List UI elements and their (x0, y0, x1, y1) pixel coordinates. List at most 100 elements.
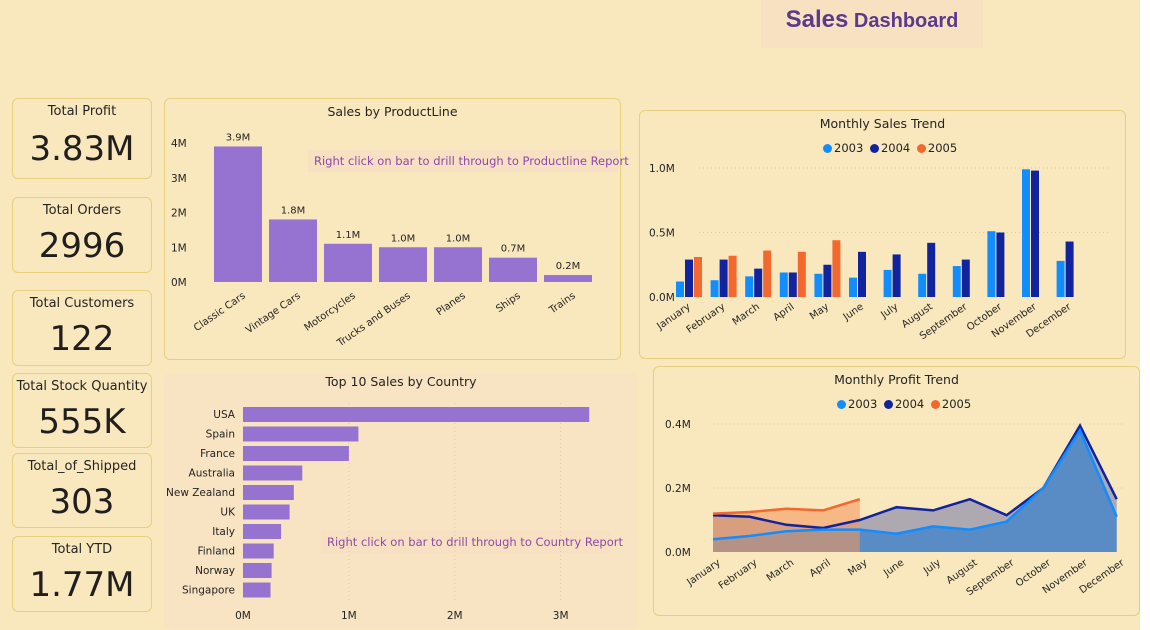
y-tick-label: 1.0M (649, 163, 675, 175)
sales-bar-2004[interactable] (1065, 241, 1074, 297)
country-bar[interactable] (243, 524, 282, 539)
sales-bar-2003[interactable] (676, 281, 684, 297)
y-tick-label: 2M (171, 208, 187, 220)
productline-bar[interactable] (324, 243, 372, 282)
x-tick-label: April (808, 557, 833, 579)
sales-bar-2003[interactable] (1056, 260, 1065, 297)
sales-bar-2003[interactable] (745, 276, 754, 297)
sales-bar-2004[interactable] (788, 272, 797, 297)
productline-chart[interactable]: 0M 1M 2M 3M 4M 3.9M Classic Cars 1.8M Vintage Ca… (164, 98, 621, 360)
sales-bar-2003[interactable] (987, 231, 996, 297)
dashboard-title-part1: Sales (785, 6, 849, 33)
y-tick-label: 0.2M (665, 483, 691, 495)
y-tick-label: 0.5M (649, 228, 675, 240)
sales-bar-2004[interactable] (927, 242, 936, 297)
sales-bar-2003[interactable] (779, 272, 788, 297)
x-tick-label: 0M (235, 610, 251, 622)
y-tick-label: 0.4M (665, 419, 691, 431)
country-bar[interactable] (243, 407, 590, 422)
data-label: 1.0M (391, 233, 416, 244)
kpi-label: Total Customers (29, 296, 135, 311)
x-tick-label: February (717, 557, 760, 591)
sales-bar-2004[interactable] (719, 259, 728, 297)
sales-bar-2005[interactable] (832, 240, 841, 297)
sales-bar-2003[interactable] (918, 273, 927, 297)
sales-bar-2003[interactable] (849, 277, 857, 297)
sales-bar-2004[interactable] (685, 259, 693, 297)
sales-bar-2004[interactable] (823, 264, 832, 297)
productline-bar[interactable] (214, 146, 262, 282)
sales-bar-2005[interactable] (728, 255, 737, 297)
sales-bar-2004[interactable] (892, 254, 901, 297)
x-tick-label: Motorcycles (302, 290, 357, 333)
x-tick-label: July (878, 301, 900, 321)
x-tick-label: Ships (494, 290, 522, 315)
productline-bar[interactable] (434, 247, 482, 282)
kpi-total-stock-quantity[interactable]: Total Stock Quantity 555K (12, 373, 152, 448)
kpi-value: 3.83M (29, 129, 135, 169)
sales-bar-2004[interactable] (858, 251, 866, 297)
data-label: 0.2M (556, 261, 581, 272)
kpi-label: Total YTD (51, 542, 113, 557)
monthly-sales-chart[interactable]: 0.0M0.5M1.0MJanuaryFebruary March April May… (639, 110, 1126, 359)
x-tick-label: May (808, 301, 831, 322)
productline-bar[interactable] (544, 275, 592, 282)
kpi-total-ytd[interactable]: Total YTD 1.77M (12, 536, 152, 612)
kpi-total-shipped[interactable]: Total_of_Shipped 303 (12, 453, 152, 528)
x-tick-label: Vintage Cars (244, 290, 303, 336)
sales-bar-2004[interactable] (1031, 170, 1039, 297)
kpi-value: 122 (49, 319, 115, 359)
sales-bar-2003[interactable] (710, 280, 719, 297)
country-bar[interactable] (243, 426, 359, 442)
x-tick-label: June (881, 557, 906, 579)
data-label: 1.1M (336, 230, 361, 241)
y-tick-label: UK (220, 507, 236, 519)
y-tick-label: 0.0M (665, 547, 691, 559)
kpi-value: 1.77M (29, 565, 135, 605)
kpi-label: Total Orders (42, 203, 122, 218)
sales-bar-2003[interactable] (814, 273, 823, 297)
y-tick-label: Singapore (182, 585, 235, 597)
sales-bar-2005[interactable] (694, 257, 702, 297)
sales-bar-2004[interactable] (754, 268, 763, 297)
country-bar[interactable] (243, 465, 303, 481)
x-tick-label: May (846, 557, 869, 578)
kpi-total-orders[interactable]: Total Orders 2996 (12, 197, 152, 273)
country-bar[interactable] (243, 543, 274, 559)
data-label: 3.9M (226, 132, 251, 143)
x-tick-label: April (771, 301, 796, 323)
country-bar[interactable] (243, 504, 290, 520)
country-bar[interactable] (243, 582, 271, 598)
dashboard-title-part2: Dashboard (853, 10, 959, 32)
sales-bar-2004[interactable] (996, 232, 1005, 298)
country-chart[interactable]: 0M 1M 2M 3M USA Spain France Australia New Zeala… (164, 373, 638, 629)
y-tick-label: Spain (206, 429, 235, 441)
country-bar[interactable] (243, 485, 294, 500)
sales-bar-2003[interactable] (952, 266, 961, 297)
monthly-profit-chart[interactable]: 0.0M0.2M0.4MJanuaryFebruary March April May… (653, 366, 1140, 616)
sales-bar-2004[interactable] (961, 259, 970, 297)
y-tick-label: 3M (171, 173, 187, 185)
x-tick-label: Planes (435, 290, 468, 318)
dashboard-title: Sales Dashboard (761, 0, 983, 48)
y-tick-label: 0.0M (649, 292, 675, 304)
sales-bar-2003[interactable] (1022, 169, 1030, 297)
kpi-label: Total Profit (47, 104, 117, 119)
productline-bar[interactable] (269, 219, 317, 282)
kpi-label: Total Stock Quantity (16, 379, 148, 394)
productline-bar[interactable] (489, 257, 537, 282)
y-tick-label: Italy (212, 526, 235, 538)
x-tick-label: Trains (547, 290, 578, 316)
sales-bar-2005[interactable] (797, 251, 806, 297)
sales-bar-2005[interactable] (763, 250, 772, 297)
productline-bar[interactable] (379, 247, 427, 282)
country-bar[interactable] (243, 563, 272, 578)
y-tick-label: 1M (171, 242, 187, 254)
kpi-total-customers[interactable]: Total Customers 122 (12, 290, 152, 366)
y-tick-label: Norway (195, 565, 235, 577)
x-tick-label: February (685, 301, 728, 335)
country-bar[interactable] (243, 446, 349, 461)
kpi-total-profit[interactable]: Total Profit 3.83M (12, 98, 152, 179)
x-tick-label: March (765, 557, 796, 583)
sales-bar-2003[interactable] (883, 269, 892, 297)
